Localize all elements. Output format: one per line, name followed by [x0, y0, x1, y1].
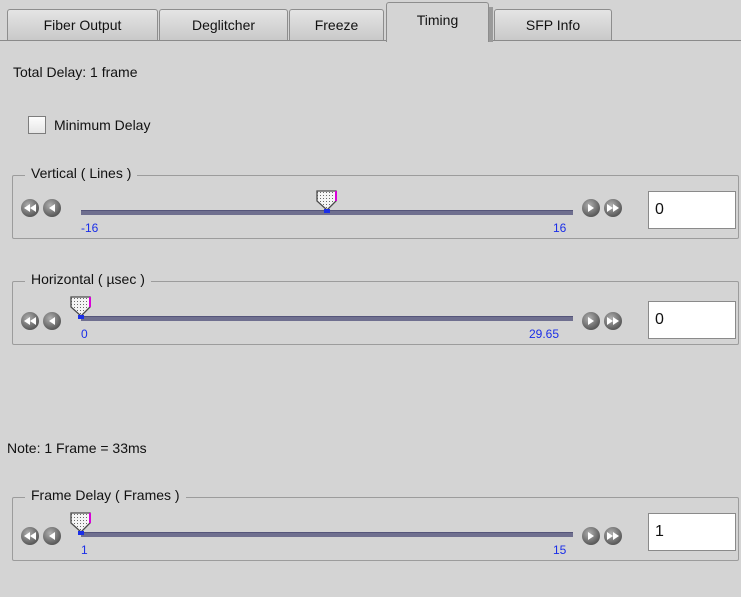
- minimum-delay-checkbox[interactable]: [28, 116, 46, 134]
- horizontal-max-label: 29.65: [529, 327, 560, 341]
- tab-deglitcher[interactable]: Deglitcher: [159, 9, 288, 40]
- tab-fiber-output[interactable]: Fiber Output: [7, 9, 158, 40]
- frame-delay-group: Frame Delay ( Frames ) 1 15 1: [12, 487, 739, 561]
- vertical-fast-forward-button[interactable]: [604, 199, 622, 217]
- vertical-min-label: -16: [81, 221, 99, 235]
- frame-delay-value-input[interactable]: 1: [648, 513, 736, 551]
- tab-freeze[interactable]: Freeze: [289, 9, 384, 40]
- frame-delay-fast-back-button[interactable]: [21, 527, 39, 545]
- frame-delay-track[interactable]: [81, 532, 573, 537]
- horizontal-min-label: 0: [81, 327, 88, 341]
- horizontal-slider: 0 29.65 0: [13, 282, 738, 344]
- horizontal-fast-back-button[interactable]: [21, 312, 39, 330]
- horizontal-track[interactable]: [81, 316, 573, 321]
- tab-sfp-info[interactable]: SFP Info: [494, 9, 612, 40]
- horizontal-value-input[interactable]: 0: [648, 301, 736, 339]
- vertical-slider-thumb[interactable]: [314, 189, 340, 215]
- tab-bar: Fiber Output Deglitcher Freeze Timing SF…: [0, 0, 741, 42]
- vertical-max-label: 16: [553, 221, 567, 235]
- minimum-delay-option[interactable]: Minimum Delay: [28, 115, 150, 135]
- frame-delay-back-button[interactable]: [43, 527, 61, 545]
- frame-delay-min-label: 1: [81, 543, 88, 557]
- frame-delay-fast-forward-button[interactable]: [604, 527, 622, 545]
- tab-bar-divider: [0, 40, 741, 41]
- tab-timing[interactable]: Timing: [386, 2, 493, 42]
- vertical-group: Vertical ( Lines ) -16 16 0: [12, 165, 739, 239]
- horizontal-back-button[interactable]: [43, 312, 61, 330]
- frame-delay-slider: 1 15 1: [13, 498, 738, 560]
- frame-delay-slider-thumb[interactable]: [68, 511, 94, 537]
- frame-note-text: Note: 1 Frame = 33ms: [7, 440, 147, 456]
- horizontal-slider-thumb[interactable]: [68, 295, 94, 321]
- vertical-forward-button[interactable]: [582, 199, 600, 217]
- total-delay-text: Total Delay: 1 frame: [13, 64, 138, 80]
- horizontal-forward-button[interactable]: [582, 312, 600, 330]
- horizontal-group: Horizontal ( µsec ) 0 29.65 0: [12, 271, 739, 345]
- vertical-value-input[interactable]: 0: [648, 191, 736, 229]
- minimum-delay-label: Minimum Delay: [54, 117, 151, 133]
- frame-delay-forward-button[interactable]: [582, 527, 600, 545]
- horizontal-fast-forward-button[interactable]: [604, 312, 622, 330]
- vertical-slider: -16 16 0: [13, 176, 738, 238]
- vertical-fast-back-button[interactable]: [21, 199, 39, 217]
- frame-delay-max-label: 15: [553, 543, 567, 557]
- vertical-back-button[interactable]: [43, 199, 61, 217]
